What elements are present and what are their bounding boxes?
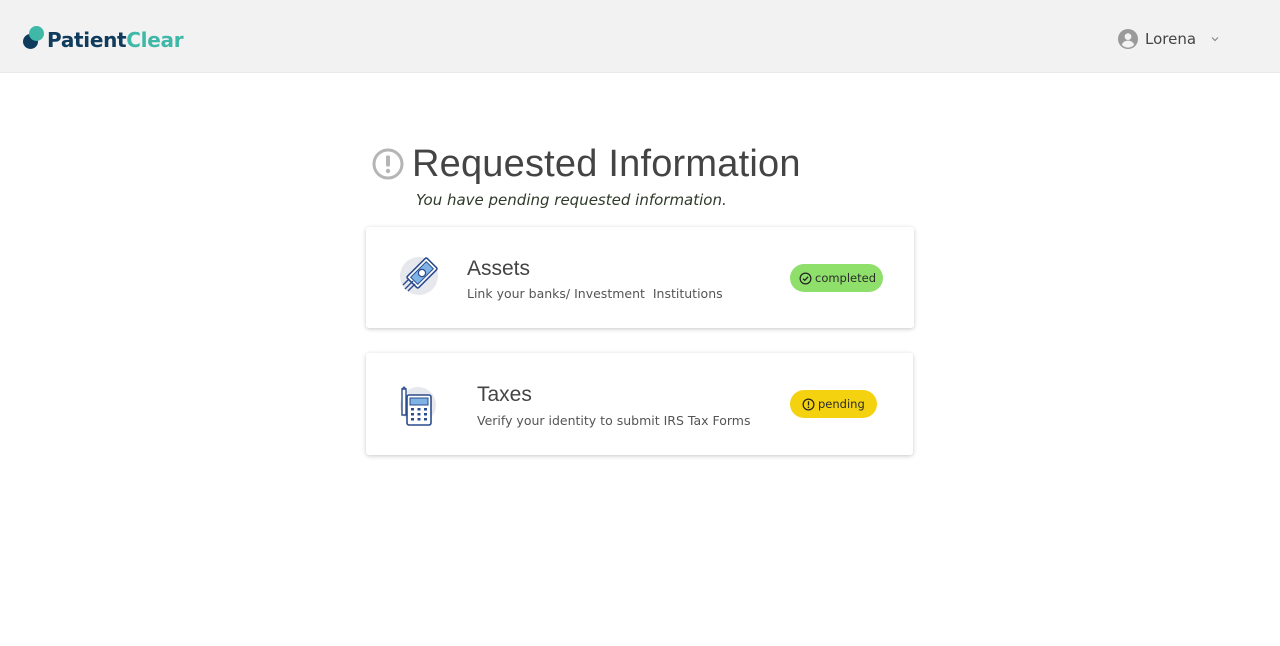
patientclear-logo[interactable]: PatientClear <box>23 23 184 55</box>
logo-text-patient: Patient <box>47 28 127 52</box>
status-badge-pending: pending <box>790 390 877 418</box>
user-avatar-icon <box>1118 29 1138 49</box>
status-badge-completed: completed <box>790 264 883 292</box>
page-title: Requested Information <box>412 142 801 185</box>
card-title: Assets <box>467 257 531 280</box>
taxes-card[interactable]: Taxes Verify your identity to submit IRS… <box>366 353 913 455</box>
user-menu[interactable]: Lorena <box>1118 28 1220 50</box>
check-circle-icon <box>799 272 812 284</box>
exclamation-circle-icon <box>372 148 404 180</box>
user-name: Lorena <box>1145 30 1197 48</box>
page-title-row: Requested Information <box>372 142 801 186</box>
card-description: Verify your identity to submit IRS Tax F… <box>477 413 751 428</box>
card-title: Taxes <box>477 383 532 406</box>
exclamation-circle-small-icon <box>802 398 815 410</box>
chevron-down-icon <box>1211 37 1219 42</box>
assets-card[interactable]: Assets Link your banks/ Investment Insti… <box>366 227 914 328</box>
page-subtitle: You have pending requested information. <box>416 191 727 209</box>
status-badge-label: completed <box>815 271 877 285</box>
logo-text-clear: Clear <box>126 28 184 52</box>
tax-calculator-icon <box>400 386 436 426</box>
status-badge-label: pending <box>818 397 865 411</box>
logo-text: PatientClear <box>47 25 184 55</box>
card-description: Link your banks/ Investment Institutions <box>467 286 723 301</box>
top-bar: PatientClear Lorena <box>0 0 1280 73</box>
money-bill-icon <box>400 257 438 295</box>
logo-mark-icon <box>23 25 45 51</box>
